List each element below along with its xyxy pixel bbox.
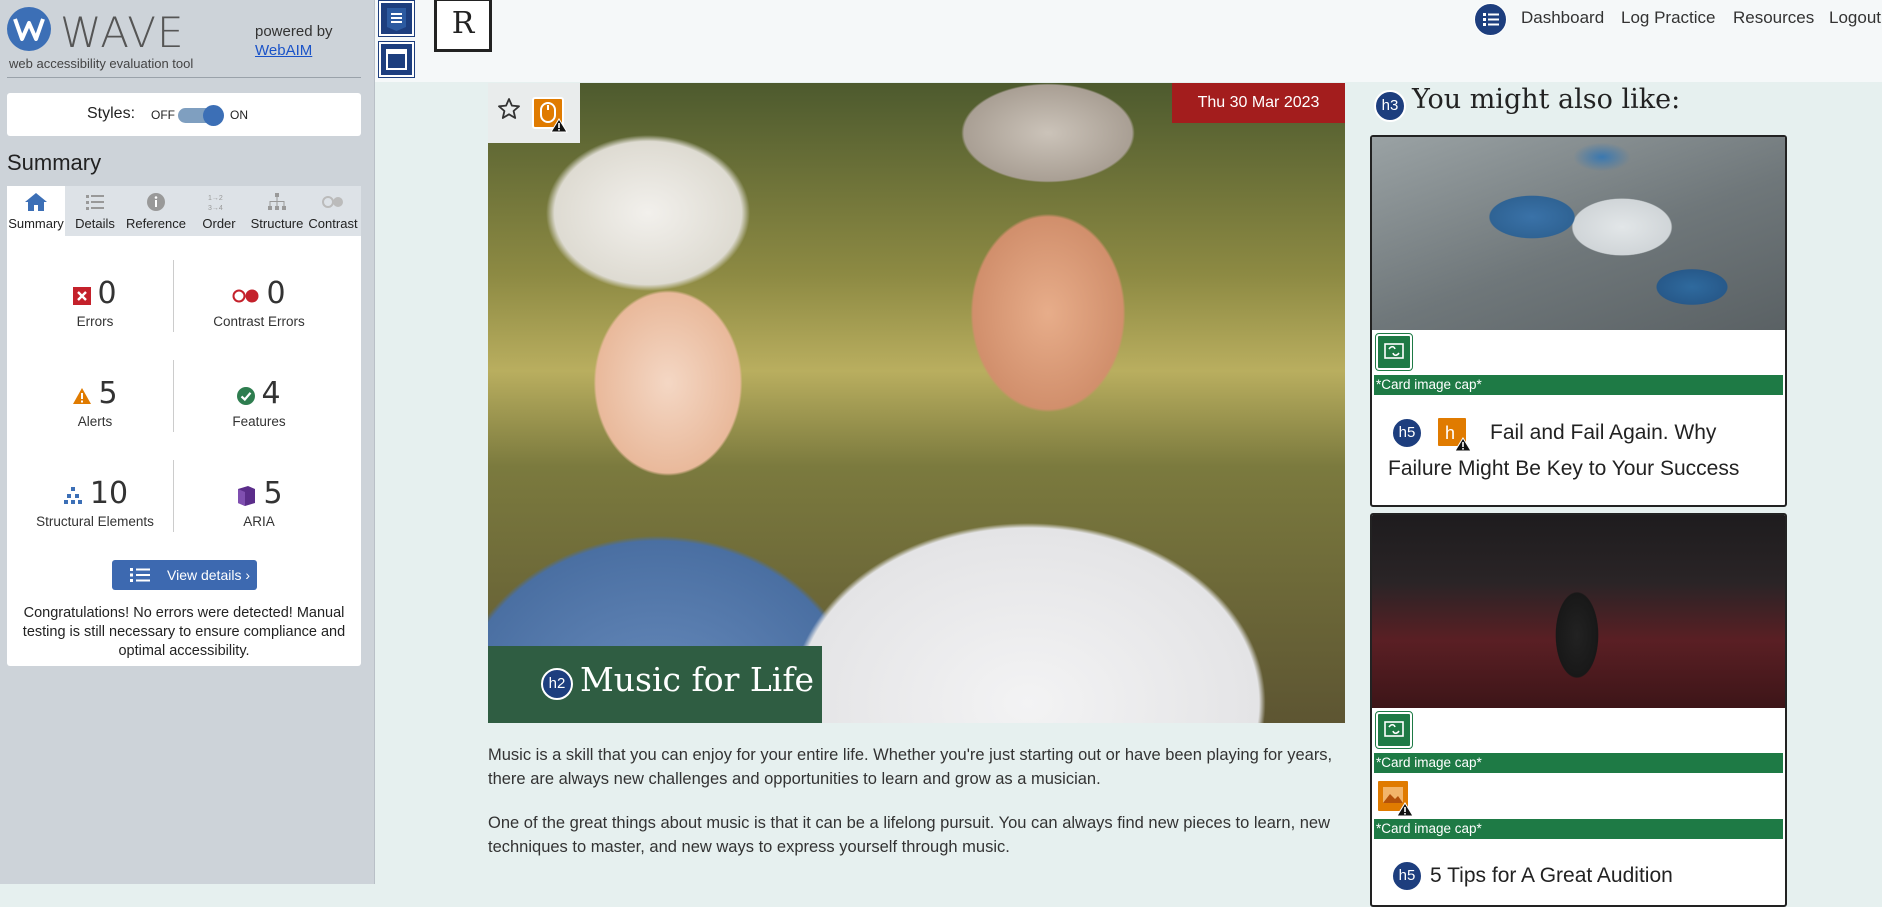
- mouse-alert-icon[interactable]: [532, 97, 568, 133]
- contrast-icon: [322, 196, 343, 208]
- home-icon: [25, 193, 47, 211]
- linked-image-icon[interactable]: [1375, 711, 1413, 749]
- tab-order[interactable]: 1→2 3→4 Order: [189, 186, 249, 236]
- styles-toggle-panel: Styles: OFF ON: [7, 93, 361, 136]
- order-icon: 1→23→4: [208, 195, 223, 212]
- tab-structure[interactable]: Structure: [249, 186, 305, 236]
- contrast-errors-count: 0: [266, 276, 286, 311]
- wave-tabs: Summary Details Reference 1→2 3→4 Order S…: [7, 186, 361, 236]
- powered-by-label: powered by: [255, 23, 333, 40]
- linked-image-icon[interactable]: [1375, 333, 1413, 371]
- article-card[interactable]: *Card image cap* h5 h Fail and Fail Agai…: [1370, 135, 1787, 507]
- errors-label: Errors: [76, 314, 114, 329]
- also-like-heading: You might also like:: [1412, 84, 1681, 115]
- tab-label: Reference: [126, 216, 186, 231]
- alert-icon: [73, 387, 92, 404]
- view-details-label: View details ›: [167, 567, 251, 583]
- image-alert-icon[interactable]: [1376, 779, 1414, 817]
- image-caption: *Card image cap*: [1374, 819, 1783, 839]
- divider: [7, 77, 361, 78]
- card-title[interactable]: Fail and Fail Again. Why Failure Might B…: [1388, 415, 1773, 487]
- stat-contrast-errors[interactable]: 0 Contrast Errors: [179, 276, 339, 329]
- toggle-knob: [203, 105, 224, 126]
- card-title[interactable]: 5 Tips for A Great Audition: [1430, 858, 1673, 894]
- error-icon: [73, 286, 92, 305]
- tab-label: Order: [202, 216, 236, 231]
- list-icon: [130, 568, 150, 582]
- features-count: 4: [261, 376, 281, 411]
- heading-level-icon[interactable]: h2: [541, 668, 573, 700]
- broken-plate-image: [1372, 137, 1785, 330]
- styles-label: Styles:: [87, 105, 136, 122]
- image-caption: *Card image cap*: [1374, 753, 1783, 773]
- tab-details[interactable]: Details: [67, 186, 123, 236]
- styles-off-label: OFF: [151, 108, 175, 122]
- webaim-link[interactable]: WebAIM: [255, 42, 312, 59]
- summary-heading: Summary: [7, 150, 102, 175]
- heading-level-icon[interactable]: h5: [1391, 860, 1423, 892]
- tab-reference[interactable]: Reference: [125, 186, 187, 236]
- tab-summary[interactable]: Summary: [7, 186, 65, 236]
- errors-count: 0: [97, 276, 117, 311]
- nav-dashboard[interactable]: Dashboard: [1521, 8, 1604, 28]
- info-icon: [147, 193, 165, 211]
- alerts-count: 5: [98, 376, 118, 411]
- site-logo[interactable]: R: [434, 0, 492, 52]
- alerts-label: Alerts: [77, 414, 113, 429]
- summary-panel: 0 Errors 0 Contrast Errors 5 Alerts 4 Fe…: [7, 236, 361, 666]
- styles-toggle-switch[interactable]: [178, 105, 224, 126]
- feature-check-icon: [237, 386, 256, 405]
- nav-log-practice[interactable]: Log Practice: [1621, 8, 1716, 28]
- wave-sidebar: WAVE web accessibility evaluation tool p…: [0, 0, 375, 884]
- structural-count: 10: [89, 476, 129, 511]
- article-paragraph: One of the great things about music is t…: [488, 814, 1331, 856]
- list-icon: [86, 195, 104, 210]
- nav-logout[interactable]: Logout: [1829, 8, 1881, 28]
- wave-title: WAVE: [60, 8, 185, 57]
- styles-on-label: ON: [230, 108, 248, 122]
- tab-label: Structure: [250, 216, 304, 231]
- violinist-image: [1372, 515, 1785, 708]
- hero-title: Music for Life: [580, 660, 815, 699]
- article-card[interactable]: *Card image cap* *Card image cap* h5 5 T…: [1370, 513, 1787, 907]
- date-badge: Thu 30 Mar 2023: [1172, 83, 1345, 123]
- svg-text:1→2: 1→2: [208, 195, 223, 202]
- stat-alerts[interactable]: 5 Alerts: [15, 376, 175, 429]
- image-caption: *Card image cap*: [1374, 375, 1783, 395]
- star-icon[interactable]: [497, 97, 521, 121]
- structural-label: Structural Elements: [36, 514, 154, 529]
- heading-level-icon[interactable]: h3: [1374, 90, 1406, 122]
- aria-count: 5: [263, 476, 283, 511]
- contrast-errors-label: Contrast Errors: [213, 314, 305, 329]
- tab-label: Contrast: [308, 216, 358, 231]
- stat-errors[interactable]: 0 Errors: [15, 276, 175, 329]
- wave-list-icon[interactable]: [1474, 3, 1507, 36]
- wave-list-icon[interactable]: [378, 0, 415, 37]
- hero-image: [488, 83, 1345, 723]
- wave-logo-icon: [7, 7, 51, 51]
- tab-label: Summary: [8, 216, 64, 231]
- contrast-error-icon: [232, 289, 259, 303]
- aria-icon: [238, 485, 256, 506]
- congrats-message: Congratulations! No errors were detected…: [22, 605, 346, 659]
- tab-contrast[interactable]: Contrast: [305, 186, 361, 236]
- structure-icon: [268, 193, 286, 210]
- stat-features[interactable]: 4 Features: [179, 376, 339, 429]
- wave-landmark-icon[interactable]: [378, 41, 415, 78]
- article-paragraph: Music is a skill that you can enjoy for …: [488, 746, 1333, 788]
- nav-resources[interactable]: Resources: [1733, 8, 1814, 28]
- svg-text:3→4: 3→4: [208, 205, 223, 212]
- features-label: Features: [232, 414, 286, 429]
- aria-label: ARIA: [243, 514, 275, 529]
- view-details-button[interactable]: View details ›: [112, 560, 257, 590]
- stat-structural[interactable]: 10 Structural Elements: [15, 476, 175, 529]
- tab-label: Details: [75, 216, 115, 231]
- wave-subtitle: web accessibility evaluation tool: [9, 56, 194, 71]
- structure-icon: [63, 486, 82, 504]
- stat-aria[interactable]: 5 ARIA: [179, 476, 339, 529]
